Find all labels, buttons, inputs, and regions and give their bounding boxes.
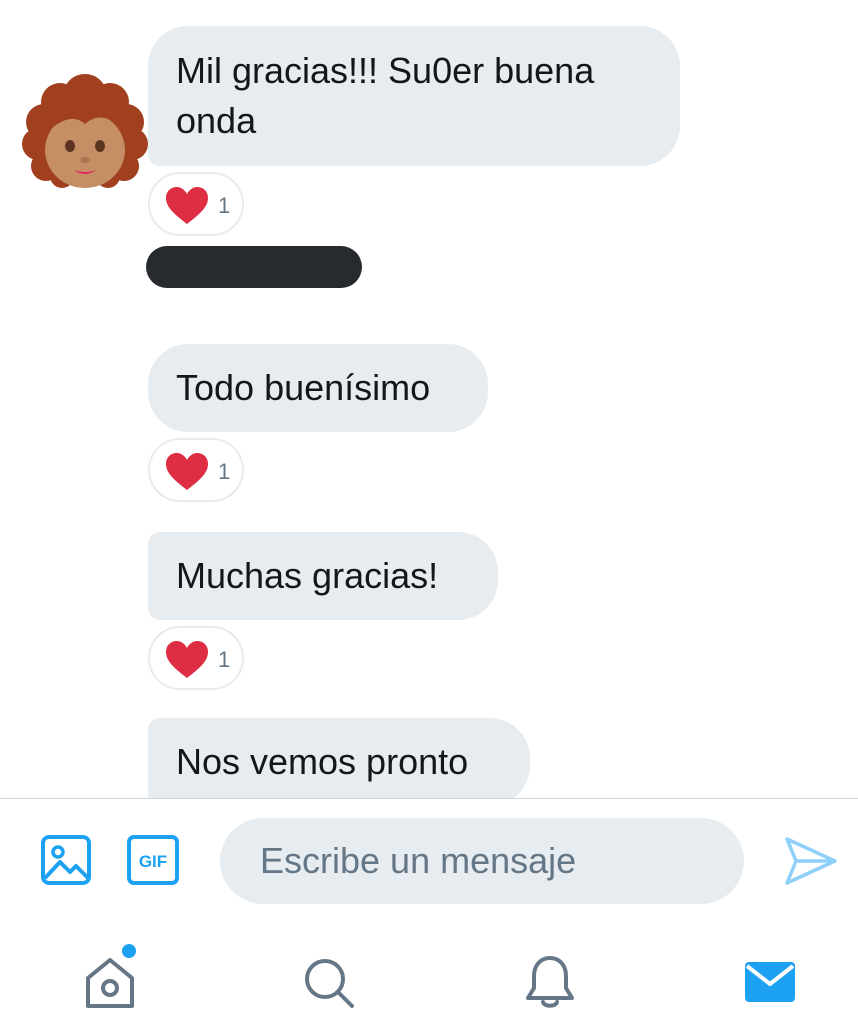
tab-search[interactable] xyxy=(298,952,358,1012)
redacted-label xyxy=(146,246,362,288)
message-list[interactable]: Mil gracias!!! Su0er buena onda 1 Todo b… xyxy=(0,0,858,798)
tab-messages[interactable] xyxy=(740,952,800,1012)
tab-notifications[interactable] xyxy=(520,952,580,1012)
message-input[interactable] xyxy=(220,818,744,904)
gif-label: GIF xyxy=(139,852,167,871)
reaction-badge[interactable]: 1 xyxy=(148,626,244,690)
gif-icon: GIF xyxy=(127,835,179,885)
avatar[interactable] xyxy=(22,72,148,190)
message-bubble[interactable]: Nos vemos pronto xyxy=(148,718,530,798)
message-bubble[interactable]: Muchas gracias! xyxy=(148,532,498,620)
message-bubble[interactable]: Mil gracias!!! Su0er buena onda xyxy=(148,26,680,166)
dm-conversation-screen: Mil gracias!!! Su0er buena onda 1 Todo b… xyxy=(0,0,858,1024)
bell-icon xyxy=(526,956,574,1008)
woman-emoji-icon xyxy=(22,74,148,188)
reaction-badge[interactable]: 1 xyxy=(148,438,244,502)
reaction-badge[interactable]: 1 xyxy=(148,172,244,236)
message-bubble[interactable]: Todo buenísimo xyxy=(148,344,488,432)
message-text: Nos vemos pronto xyxy=(176,741,469,782)
heart-icon xyxy=(166,187,208,224)
mail-icon xyxy=(745,962,795,1002)
search-icon xyxy=(305,959,354,1008)
add-photo-button[interactable] xyxy=(40,834,92,886)
heart-icon xyxy=(166,453,208,490)
notification-dot xyxy=(122,944,136,958)
send-button[interactable] xyxy=(784,836,838,886)
tab-home[interactable] xyxy=(80,952,140,1012)
composer-divider xyxy=(0,798,858,799)
message-text: Muchas gracias! xyxy=(176,555,439,596)
heart-icon xyxy=(166,641,208,678)
reaction-count: 1 xyxy=(218,647,231,672)
image-icon xyxy=(41,835,91,885)
send-icon xyxy=(785,837,837,885)
home-icon xyxy=(86,958,134,1008)
reaction-count: 1 xyxy=(218,193,231,218)
add-gif-button[interactable]: GIF xyxy=(126,834,180,886)
message-text: Todo buenísimo xyxy=(176,367,431,408)
reaction-count: 1 xyxy=(218,459,231,484)
message-text: Mil gracias!!! Su0er buena onda xyxy=(176,50,595,141)
